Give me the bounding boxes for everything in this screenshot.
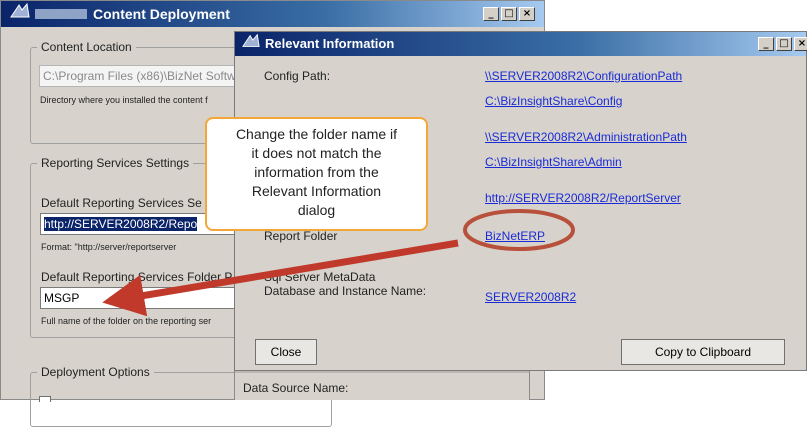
callout-line-2: it does not match the bbox=[251, 145, 382, 161]
callout-line-4: Relevant Information bbox=[251, 183, 382, 199]
instruction-callout: Change the folder name if it does not ma… bbox=[205, 117, 428, 231]
report-folder-highlight-ellipse bbox=[463, 209, 575, 251]
callout-line-5: dialog bbox=[297, 202, 336, 218]
callout-line-1: Change the folder name if bbox=[235, 126, 398, 142]
annotation-arrow bbox=[102, 239, 459, 317]
callout-line-3: information from the bbox=[254, 164, 379, 180]
